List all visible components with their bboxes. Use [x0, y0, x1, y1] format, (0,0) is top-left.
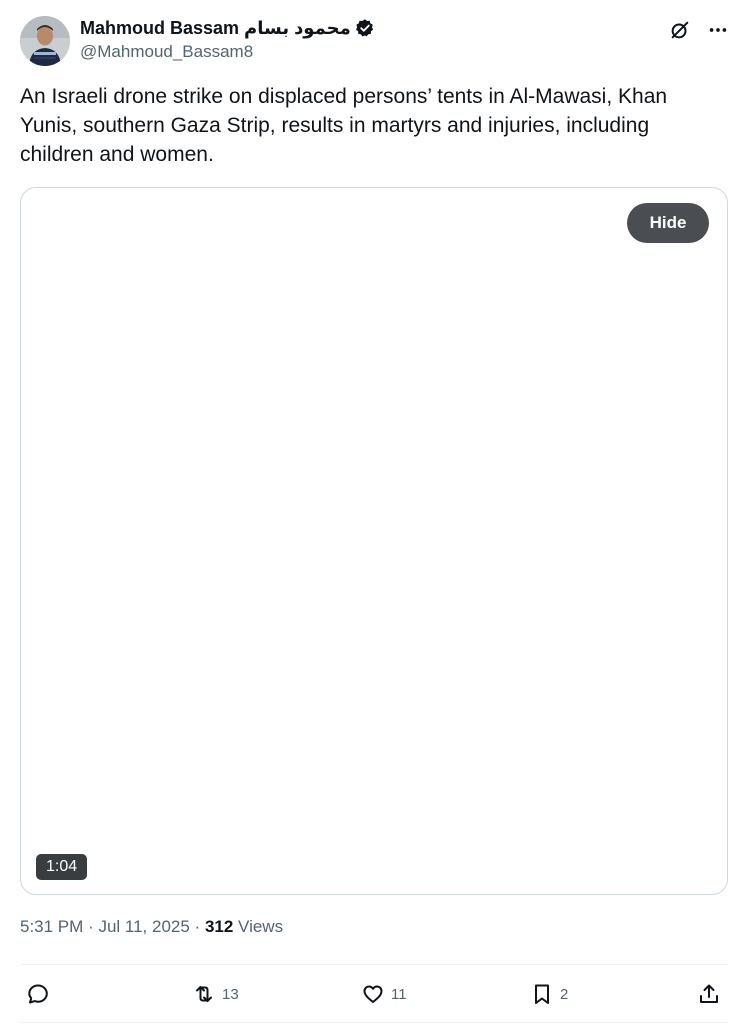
avatar-image: [20, 16, 70, 66]
tweet-header: Mahmoud Bassam محمود بسام @Mahmoud_Bassa…: [20, 14, 730, 68]
video-duration-badge: 1:04: [36, 854, 88, 880]
bookmark-button[interactable]: 2: [530, 981, 568, 1007]
top-actions: [668, 18, 730, 42]
heart-icon: [363, 985, 383, 1003]
bookmark-count: 2: [560, 985, 569, 1003]
reply-button[interactable]: [26, 981, 56, 1007]
tweet-time[interactable]: 5:31 PM: [20, 917, 83, 936]
views-count: 312: [204, 917, 234, 936]
tweet-meta: 5:31 PM · Jul 11, 2025 · 312 Views: [20, 917, 283, 937]
display-name[interactable]: Mahmoud Bassam محمود بسام: [80, 18, 351, 39]
hide-button[interactable]: Hide: [627, 203, 709, 243]
retweet-button[interactable]: 13: [192, 981, 239, 1007]
meta-separator: ·: [194, 917, 205, 936]
author-handle[interactable]: @Mahmoud_Bassam8: [80, 42, 375, 62]
views-label: Views: [238, 917, 284, 936]
share-icon: [700, 984, 718, 1003]
meta-separator: ·: [88, 917, 99, 936]
share-button[interactable]: [697, 981, 721, 1007]
divider: [20, 964, 728, 965]
video-player[interactable]: Hide 1:04: [20, 187, 728, 895]
like-button[interactable]: 11: [361, 981, 407, 1007]
bookmark-icon: [535, 984, 549, 1004]
retweet-count: 13: [222, 985, 239, 1003]
tweet-text: An Israeli drone strike on displaced per…: [20, 85, 668, 166]
grok-icon[interactable]: [668, 18, 692, 42]
reply-icon: [28, 984, 48, 1004]
like-count: 11: [391, 985, 407, 1003]
name-row: Mahmoud Bassam محمود بسام: [80, 16, 375, 40]
divider: [20, 1022, 728, 1023]
author-block: Mahmoud Bassam محمود بسام @Mahmoud_Bassa…: [80, 16, 375, 62]
more-icon[interactable]: [706, 18, 730, 42]
action-bar: 13 11 2: [26, 981, 722, 1007]
retweet-icon: [196, 986, 212, 1002]
verified-badge-icon: [355, 18, 375, 38]
tweet-date[interactable]: Jul 11, 2025: [98, 917, 189, 936]
avatar[interactable]: [20, 16, 70, 66]
